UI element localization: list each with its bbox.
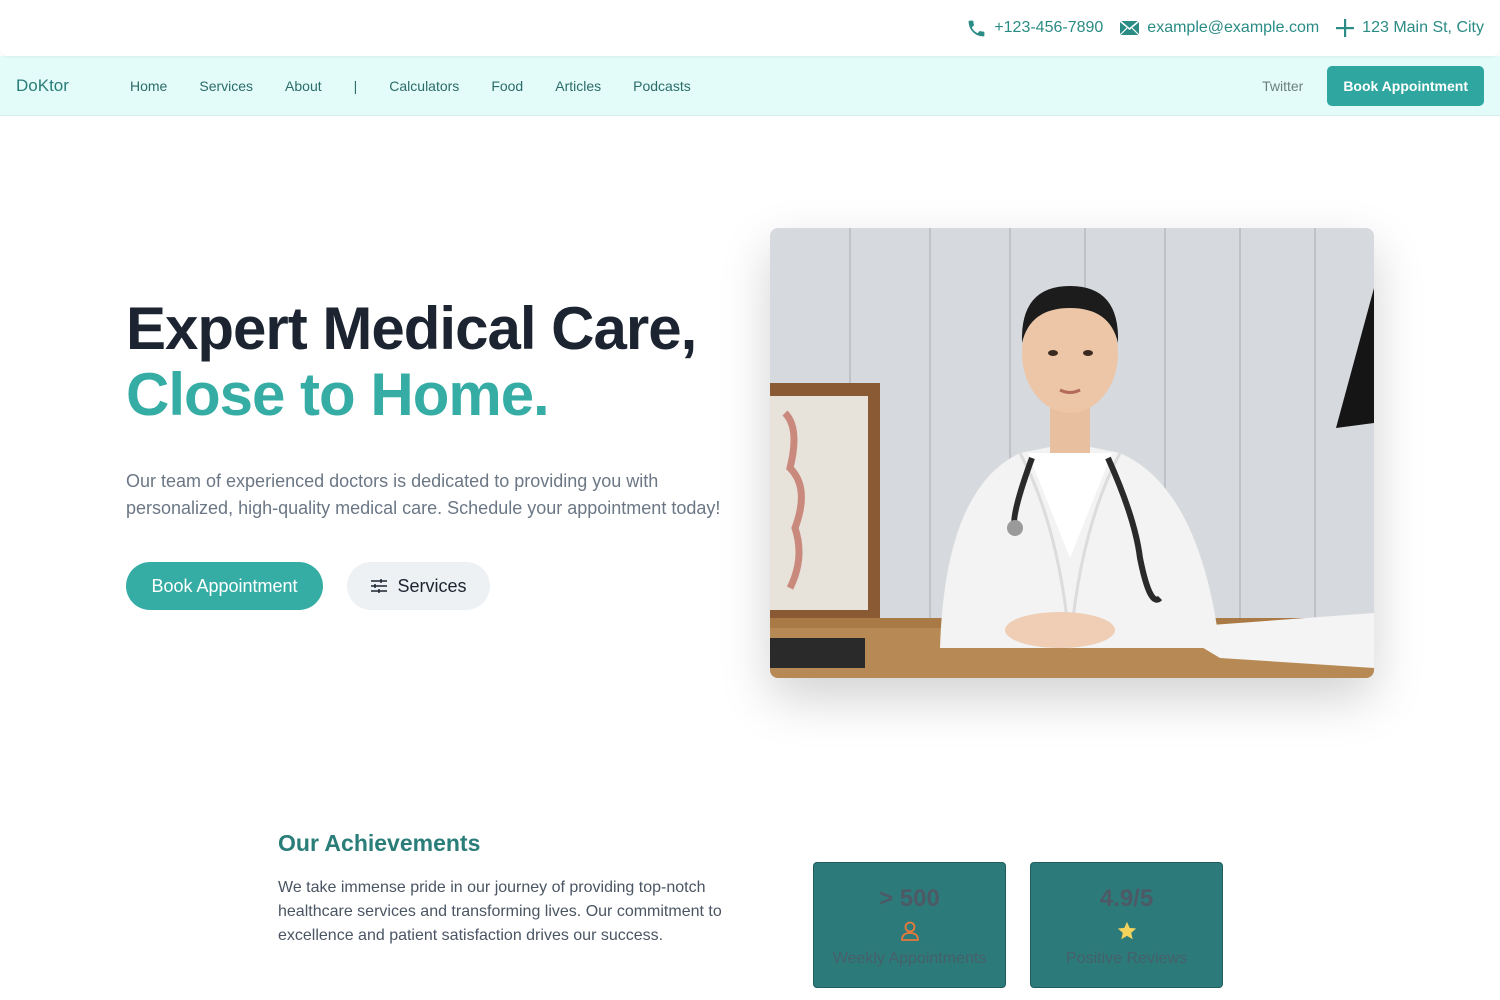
mail-icon [1119,20,1140,36]
nav-calculators[interactable]: Calculators [373,78,475,94]
nav-podcasts[interactable]: Podcasts [617,78,707,94]
stat-value: > 500 [879,885,940,912]
nav-separator: | [353,77,358,94]
plus-location-icon [1336,19,1355,37]
nav-about[interactable]: About [269,78,338,94]
email-address: example@example.com [1147,19,1320,36]
phone-contact[interactable]: +123-456-7890 [966,18,1103,39]
achievements-title: Our Achievements [278,830,481,856]
hero-title-line1: Expert Medical Care, [126,295,697,362]
nav-home[interactable]: Home [114,78,183,94]
nav-services[interactable]: Services [183,78,269,94]
hero-title-line2: Close to Home. [126,361,550,428]
nav-food[interactable]: Food [475,78,539,94]
hero-title: Expert Medical Care, Close to Home. [126,295,697,428]
stat-card-appointments: > 500 Weekly Appointments [813,862,1006,988]
hero-description: Our team of experienced doctors is dedic… [126,471,721,518]
phone-number: +123-456-7890 [994,19,1104,36]
user-icon [899,920,921,944]
contact-bar: +123-456-7890 example@example.com 123 Ma… [0,0,1500,56]
stat-card-reviews: 4.9/5 Positive Reviews [1030,862,1223,988]
main-navbar: DoKtor Home Services About | Calculators… [0,56,1500,116]
stat-value: 4.9/5 [1099,885,1154,912]
address-contact[interactable]: 123 Main St, City [1335,18,1484,38]
doctor-photo [770,228,1374,678]
nav-articles[interactable]: Articles [539,78,617,94]
stat-label: Weekly Appointments [832,950,987,967]
star-icon [1116,920,1138,944]
sliders-icon [371,579,388,593]
services-button-label: Services [397,575,467,596]
address-text: 123 Main St, City [1362,19,1484,36]
brand-logo[interactable]: DoKtor [16,76,114,96]
achievements-description: We take immense pride in our journey of … [278,879,722,944]
email-contact[interactable]: example@example.com [1119,19,1319,37]
stat-label: Positive Reviews [1066,950,1187,967]
book-appointment-button[interactable]: Book Appointment [126,562,323,610]
twitter-link[interactable]: Twitter [1262,78,1303,94]
services-button[interactable]: Services [347,562,490,610]
phone-icon [968,20,985,36]
nav-links: Home Services About | Calculators Food A… [114,78,707,94]
nav-book-appointment-button[interactable]: Book Appointment [1327,65,1484,106]
nav-right: Twitter Book Appointment [1262,65,1484,106]
